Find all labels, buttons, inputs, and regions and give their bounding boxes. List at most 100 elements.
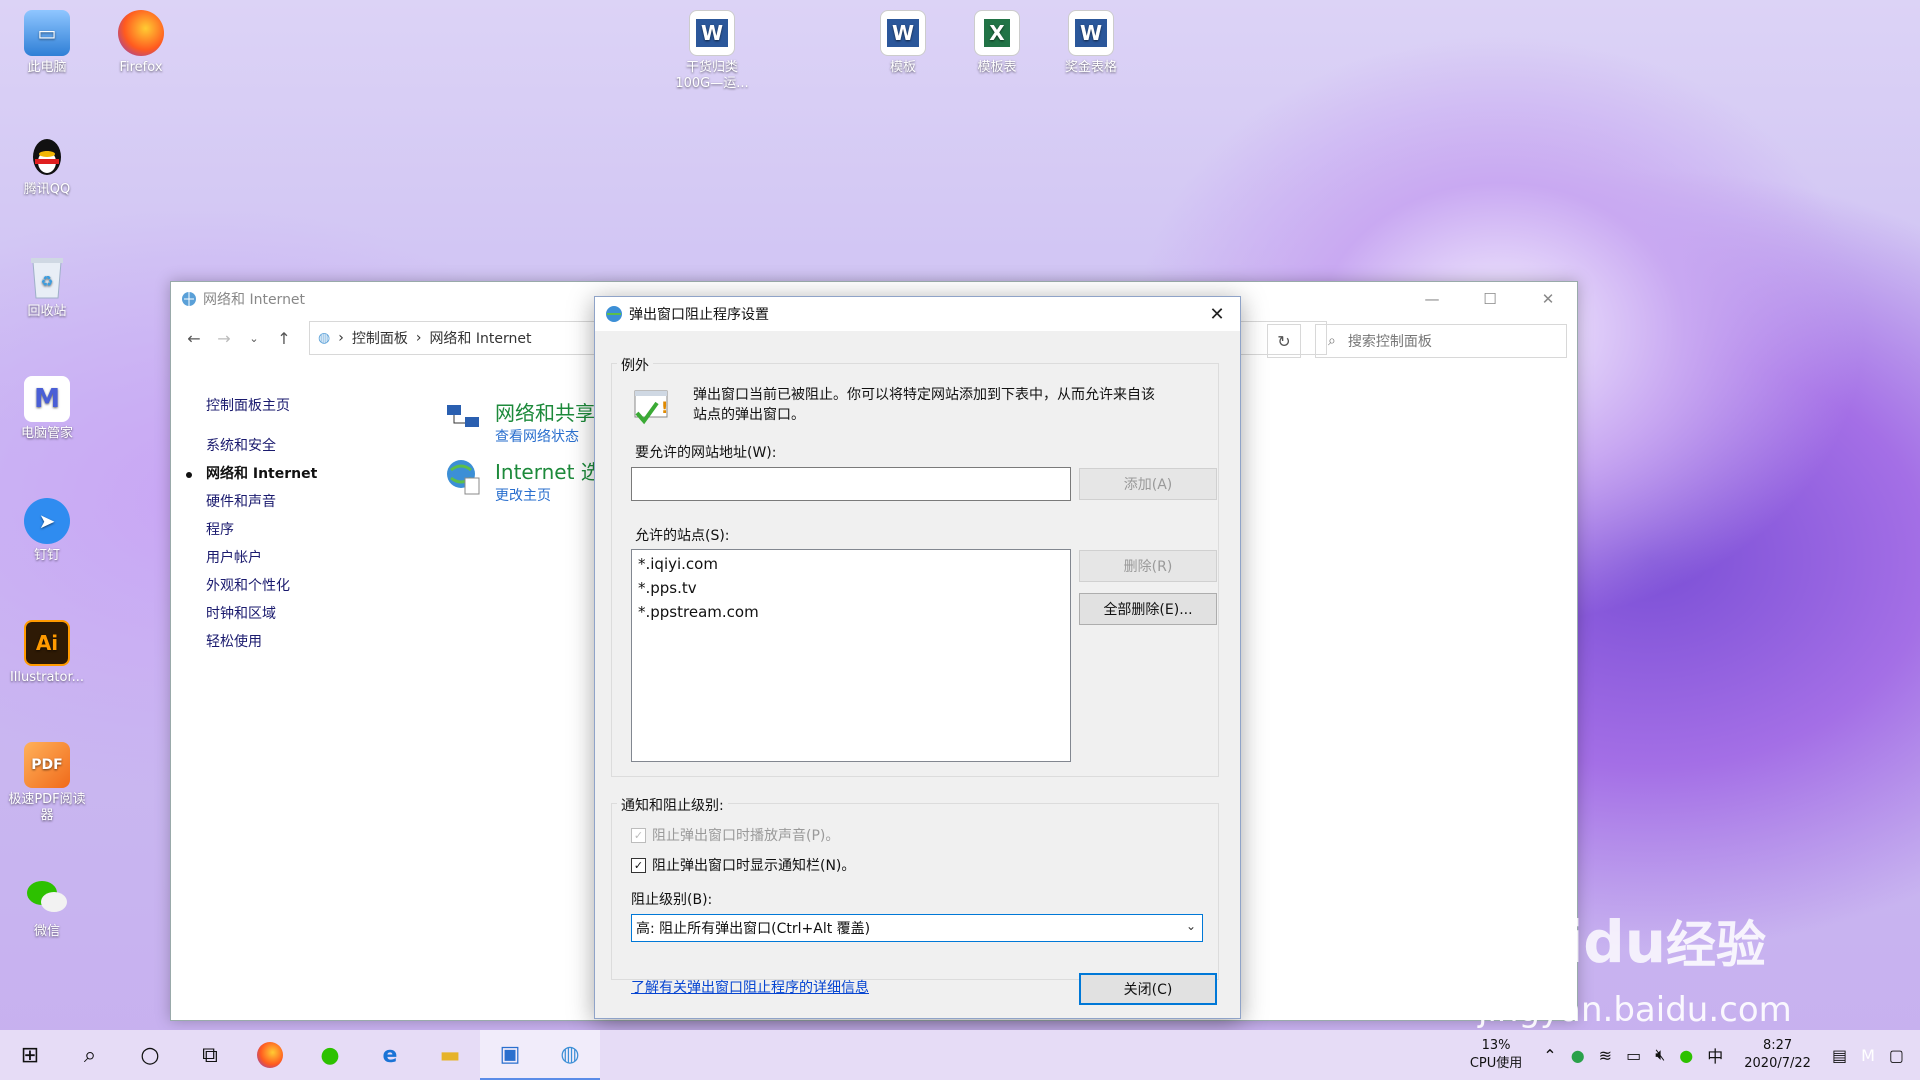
clock-time: 8:27	[1763, 1038, 1793, 1053]
refresh-button[interactable]: ↻	[1267, 324, 1301, 358]
wechat-tray-icon[interactable]: ●	[1679, 1046, 1693, 1065]
desktop-icon-this-pc[interactable]: ▭ 此电脑	[8, 10, 86, 76]
desktop-icon-label: 模板	[889, 60, 916, 75]
desktop-icon-illustrator[interactable]: Ai Illustrator...	[8, 620, 86, 686]
list-item[interactable]: *.ppstream.com	[638, 600, 1064, 624]
dialog-titlebar: 弹出窗口阻止程序设置	[595, 297, 1240, 331]
chevron-down-icon: ⌄	[1185, 919, 1196, 933]
word-doc-icon: W	[689, 10, 735, 56]
sidebar-item-appearance[interactable]: 外观和个性化	[206, 572, 317, 600]
taskbar-control-panel[interactable]: ▣	[480, 1030, 540, 1080]
checkbox-label: 阻止弹出窗口时播放声音(P)。	[652, 828, 840, 844]
desktop-icon-label: 此电脑	[27, 60, 67, 75]
desktop-icon-firefox[interactable]: Firefox	[102, 10, 180, 76]
start-button[interactable]: ⊞	[0, 1030, 60, 1080]
show-notification-bar-checkbox[interactable]: ✓ 阻止弹出窗口时显示通知栏(N)。	[631, 855, 855, 875]
recent-dropdown-icon[interactable]: ⌄	[239, 332, 269, 345]
remove-button[interactable]: 删除(R)	[1079, 550, 1217, 582]
dialog-close-x-button[interactable]: ✕	[1194, 297, 1240, 331]
cpu-usage[interactable]: 13% CPU使用	[1470, 1037, 1522, 1073]
wifi-icon[interactable]: ≋	[1599, 1046, 1612, 1065]
blocking-level-select[interactable]: 高: 阻止所有弹出窗口(Ctrl+Alt 覆盖) ⌄	[631, 914, 1203, 942]
search-button[interactable]: ⌕	[60, 1030, 120, 1080]
allowed-sites-list[interactable]: *.iqiyi.com *.pps.tv *.ppstream.com	[631, 549, 1071, 762]
chevron-up-icon[interactable]: ⌃	[1543, 1046, 1556, 1065]
desktop-file-2[interactable]: W 模板	[864, 10, 942, 76]
security-shield-icon[interactable]: ●	[1571, 1046, 1585, 1065]
up-arrow-icon[interactable]: ↑	[269, 329, 299, 348]
ime-indicator[interactable]: 中	[1707, 1043, 1723, 1067]
list-item[interactable]: *.iqiyi.com	[638, 552, 1064, 576]
desktop-icon-pc-manager[interactable]: M 电脑管家	[8, 376, 86, 442]
edge-icon: e	[382, 1042, 398, 1068]
minimize-button[interactable]: —	[1403, 282, 1461, 316]
desktop-icon-label: Illustrator...	[9, 670, 85, 685]
taskbar-wechat[interactable]: ●	[300, 1030, 360, 1080]
close-button[interactable]: ✕	[1519, 282, 1577, 316]
desktop-icon-wechat[interactable]: 微信	[8, 874, 86, 940]
forward-arrow-icon[interactable]: →	[209, 329, 239, 348]
category-title[interactable]: 网络和共享	[495, 397, 595, 426]
sidebar-item-home[interactable]: 控制面板主页	[206, 392, 317, 420]
sidebar-item-ease-of-access[interactable]: 轻松使用	[206, 628, 317, 656]
category-link[interactable]: 查看网络状态	[495, 426, 595, 446]
desktop-file-3[interactable]: X 模板表	[958, 10, 1036, 76]
category-title[interactable]: Internet 选	[495, 456, 601, 485]
network-globe-icon: ◍	[318, 330, 331, 346]
word-doc-icon: W	[1068, 10, 1114, 56]
internet-options-icon	[447, 460, 480, 495]
desktop-icon-qq[interactable]: 腾讯QQ	[8, 132, 86, 198]
list-item[interactable]: *.pps.tv	[638, 576, 1064, 600]
desktop-file-4[interactable]: W 奖金表格	[1052, 10, 1130, 76]
breadcrumb-network[interactable]: 网络和 Internet	[429, 328, 531, 348]
taskbar-file-explorer[interactable]: ▬	[420, 1030, 480, 1080]
sidebar-item-clock-region[interactable]: 时钟和区域	[206, 600, 317, 628]
back-arrow-icon[interactable]: ←	[179, 329, 209, 348]
sidebar-item-user-accounts[interactable]: 用户帐户	[206, 544, 317, 572]
sidebar-item-hardware[interactable]: 硬件和声音	[206, 488, 317, 516]
chevron-right-icon: ›	[415, 330, 422, 346]
internet-globe-icon: ◍	[560, 1041, 580, 1067]
desktop-file-1[interactable]: W 干货归类100G—运...	[671, 10, 753, 92]
search-icon: ⌕	[1328, 333, 1336, 349]
taskbar: ⊞ ⌕ ○ ⧉ ● e ▬ ▣ ◍ 13% CPU使用 ⌃ ● ≋ ▭ 🔇︎ ●…	[0, 1030, 1920, 1080]
control-panel-icon: ▣	[499, 1041, 521, 1067]
desktop-icon-label: 模板表	[977, 60, 1017, 75]
desktop-icon-label: 微信	[33, 924, 60, 939]
taskbar-firefox[interactable]	[240, 1030, 300, 1080]
address-input[interactable]	[631, 467, 1071, 501]
pc-manager-tray-icon[interactable]: M	[1861, 1046, 1875, 1065]
exceptions-group-label: 例外	[617, 355, 653, 375]
cortana-button[interactable]: ○	[120, 1030, 180, 1080]
network-globe-icon	[182, 292, 196, 306]
desktop-icon-dingtalk[interactable]: ➤ 钉钉	[8, 498, 86, 564]
desktop-icon-label: 腾讯QQ	[23, 182, 71, 197]
play-sound-checkbox[interactable]: ✓ 阻止弹出窗口时播放声音(P)。	[631, 825, 839, 845]
breadcrumb-control-panel[interactable]: 控制面板	[352, 328, 408, 348]
action-center-icon[interactable]: ▢	[1889, 1046, 1904, 1065]
desktop-icon-recycle-bin[interactable]: ♻ 回收站	[8, 254, 86, 320]
address-label: 要允许的网站地址(W):	[635, 445, 777, 461]
taskbar-internet-options[interactable]: ◍	[540, 1030, 600, 1080]
close-button[interactable]: 关闭(C)	[1079, 973, 1217, 1005]
category-link[interactable]: 更改主页	[495, 485, 601, 505]
taskbar-edge[interactable]: e	[360, 1030, 420, 1080]
maximize-button[interactable]: ☐	[1461, 282, 1519, 316]
search-input[interactable]: ⌕ 搜索控制面板	[1315, 324, 1567, 358]
info-text-line: 站点的弹出窗口。	[693, 407, 805, 423]
clock[interactable]: 8:27 2020/7/22	[1744, 1037, 1811, 1073]
baidu-watermark-url: jingyan.baidu.com	[1478, 990, 1792, 1030]
sidebar-item-programs[interactable]: 程序	[206, 516, 317, 544]
sidebar-item-system-security[interactable]: 系统和安全	[206, 432, 317, 460]
notes-icon[interactable]: ▤	[1832, 1046, 1847, 1065]
sidebar-item-network[interactable]: 网络和 Internet	[185, 460, 317, 488]
search-icon: ⌕	[83, 1042, 97, 1068]
learn-more-link[interactable]: 了解有关弹出窗口阻止程序的详细信息	[631, 977, 869, 997]
remove-all-button[interactable]: 全部删除(E)...	[1079, 593, 1217, 625]
add-button[interactable]: 添加(A)	[1079, 468, 1217, 500]
battery-icon[interactable]: ▭	[1626, 1046, 1641, 1065]
task-view-button[interactable]: ⧉	[180, 1030, 240, 1080]
volume-muted-icon[interactable]: 🔇︎	[1655, 1045, 1665, 1065]
desktop-icon-pdf-reader[interactable]: PDF 极速PDF阅读器	[8, 742, 86, 824]
watermark-text: Bai	[1480, 908, 1584, 976]
